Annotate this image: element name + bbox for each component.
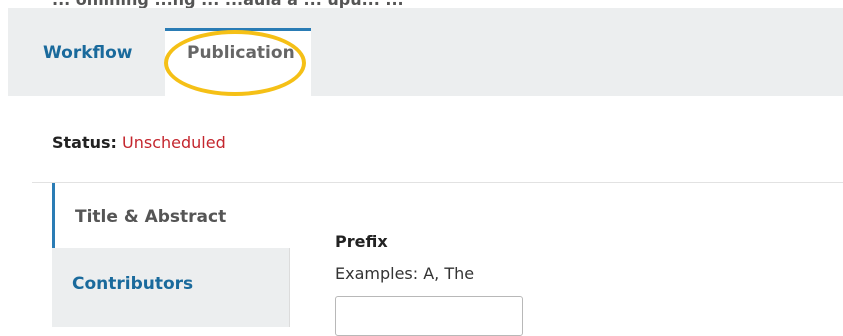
prefix-description: Examples: A, The — [335, 264, 475, 283]
prefix-label: Prefix — [335, 232, 388, 251]
tab-publication[interactable]: Publication — [187, 43, 295, 63]
tab-workflow[interactable]: Workflow — [43, 43, 133, 63]
publication-status: Status: Unscheduled — [52, 133, 226, 152]
status-value: Unscheduled — [122, 133, 226, 152]
side-nav-item-contributors[interactable]: Contributors — [52, 248, 290, 327]
side-nav-item-label: Title & Abstract — [75, 207, 227, 227]
publication-side-nav: Title & Abstract Contributors — [52, 183, 290, 327]
tabs-bar — [8, 8, 843, 96]
prefix-input[interactable] — [335, 296, 523, 336]
status-label: Status: — [52, 133, 117, 152]
side-nav-item-label: Contributors — [72, 274, 194, 294]
side-nav-item-title-abstract[interactable]: Title & Abstract — [52, 183, 290, 248]
